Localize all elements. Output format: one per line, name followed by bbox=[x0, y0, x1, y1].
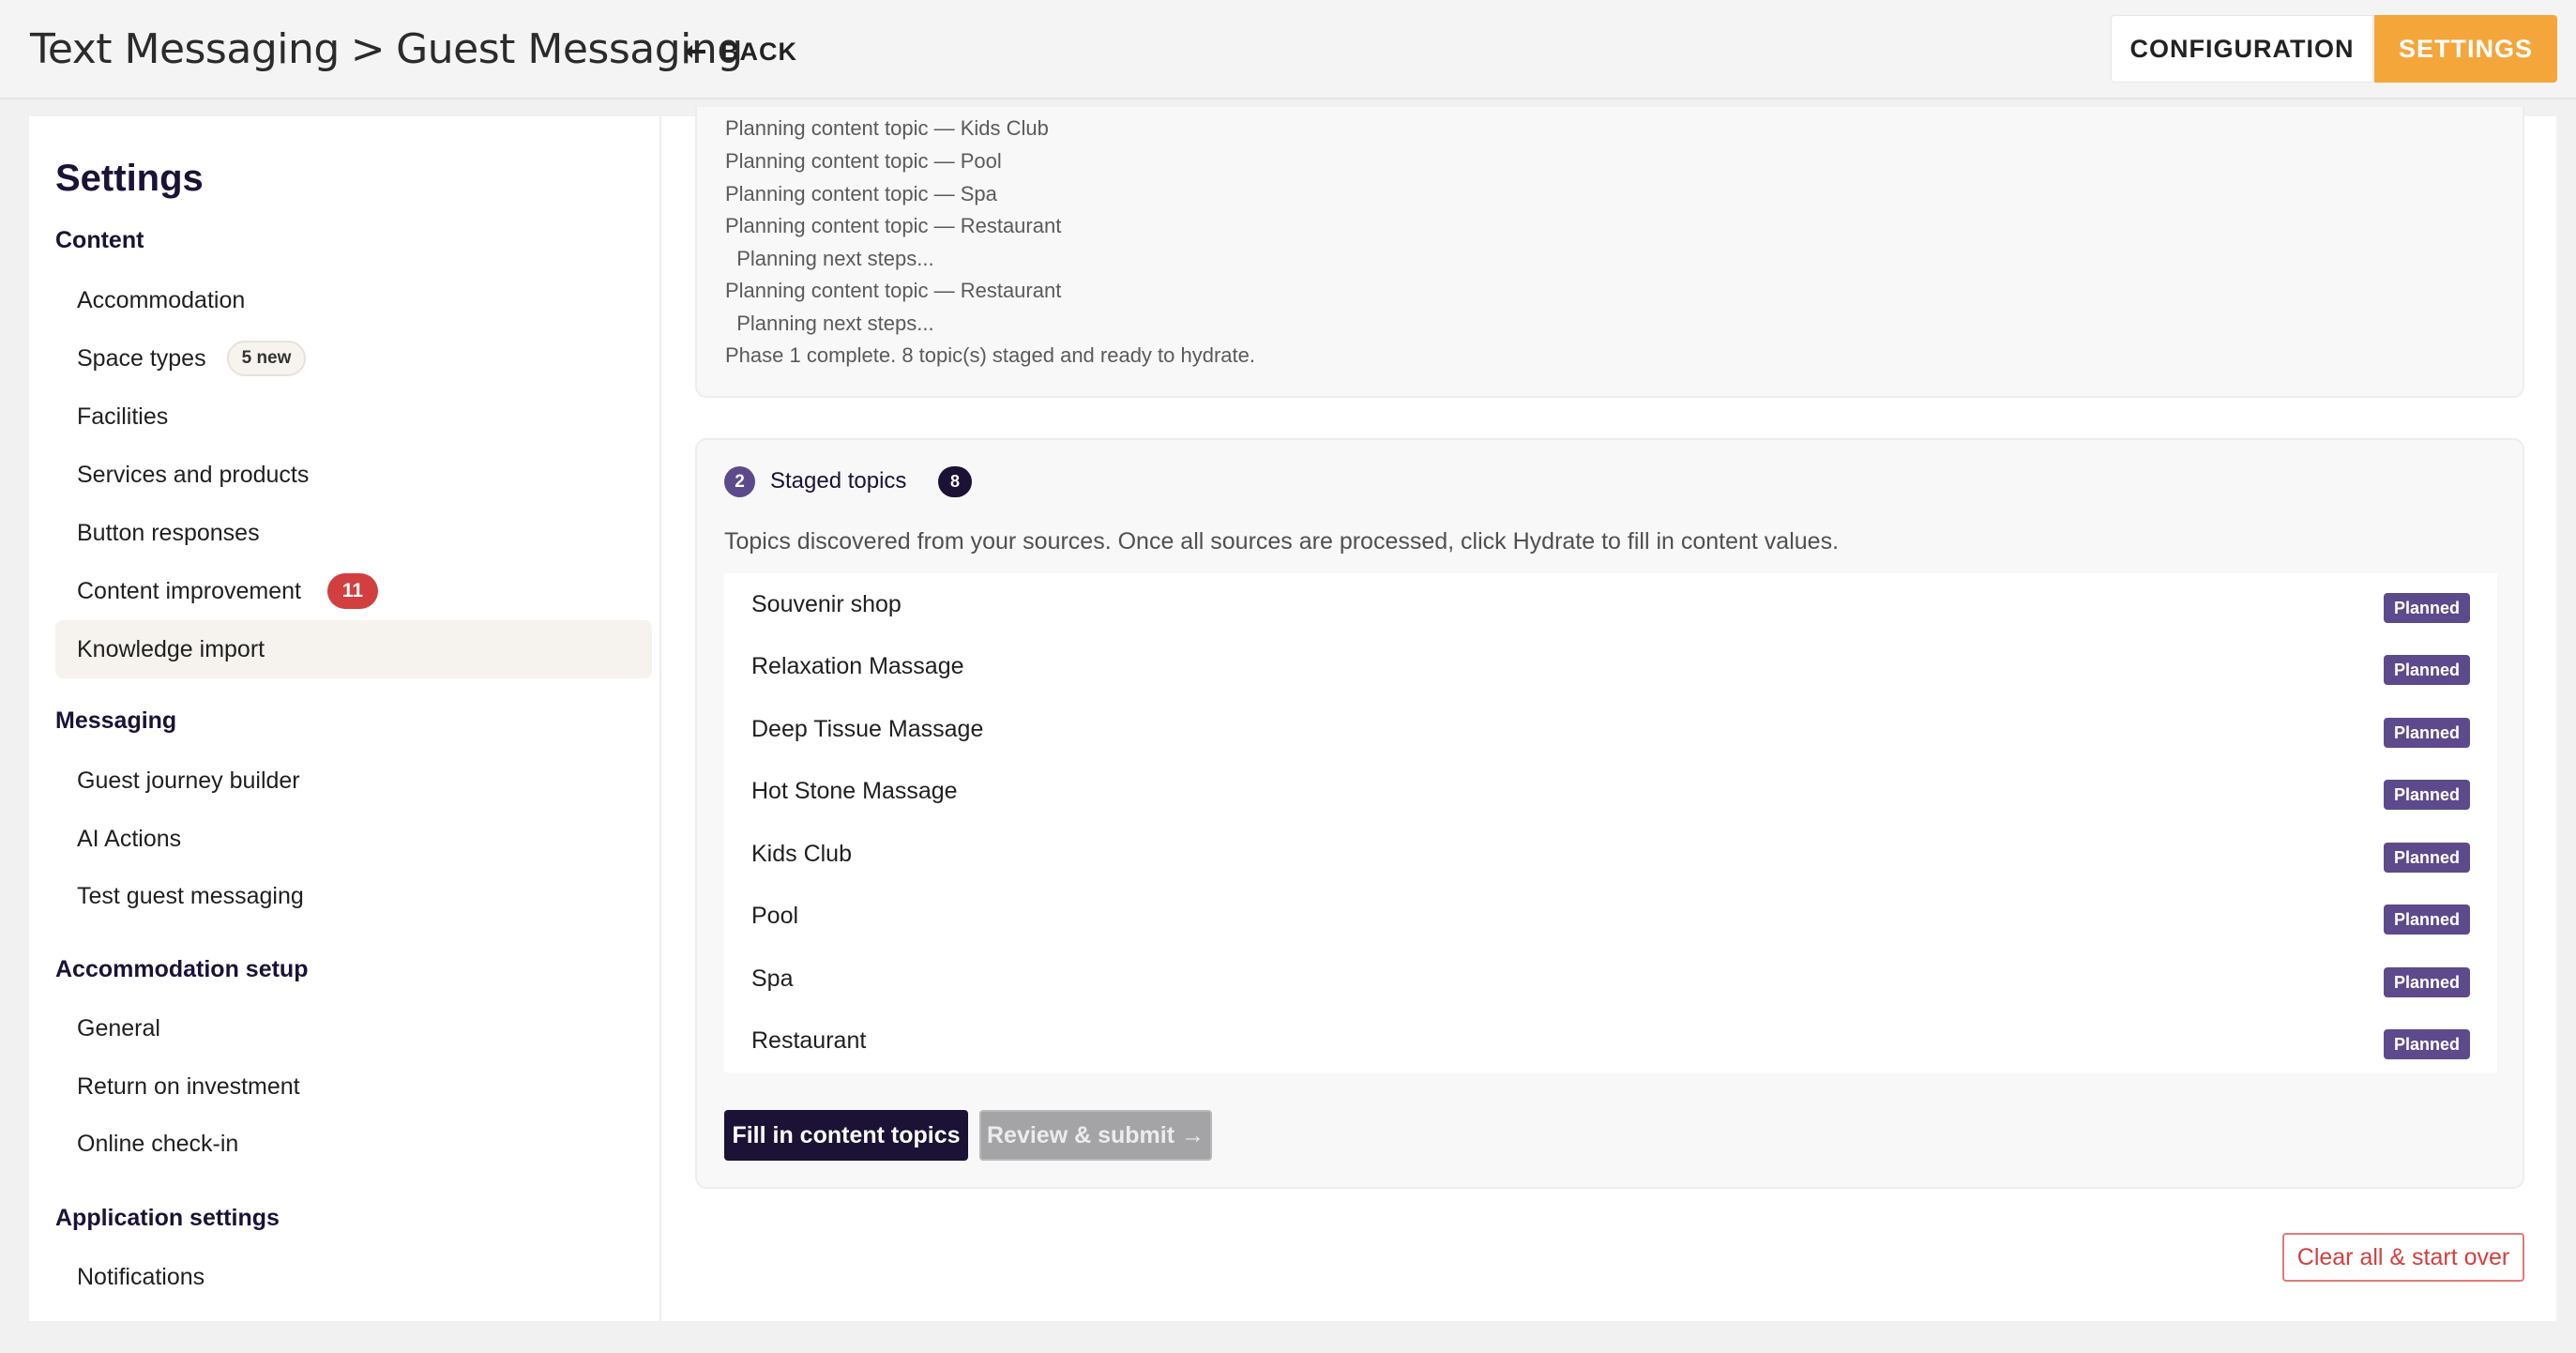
sidebar-item-label: Knowledge import bbox=[77, 635, 265, 662]
topic-count-badge: 8 bbox=[938, 466, 972, 497]
status-badge: Planned bbox=[2383, 593, 2470, 623]
status-badge: Planned bbox=[2383, 905, 2470, 935]
topic-name: Souvenir shop bbox=[751, 590, 902, 617]
status-badge: Planned bbox=[2383, 967, 2470, 997]
settings-sidebar: Settings Content Accommodation Space typ… bbox=[29, 116, 661, 1321]
sidebar-item-label: Accommodation bbox=[77, 286, 246, 313]
topic-name: Pool bbox=[751, 902, 799, 929]
sidebar-item-facilities[interactable]: Facilities bbox=[55, 388, 652, 446]
staged-topics-description: Topics discovered from your sources. Onc… bbox=[724, 528, 1840, 555]
step-number-badge: 2 bbox=[724, 466, 755, 497]
topic-name: Deep Tissue Massage bbox=[751, 715, 984, 742]
sidebar-item-accommodation[interactable]: Accommodation bbox=[55, 271, 652, 329]
sidebar-item-label: Facilities bbox=[77, 403, 169, 430]
sidebar-item-label: Return on investment bbox=[77, 1072, 300, 1100]
status-badge: Planned bbox=[2383, 780, 2470, 810]
log-line: Planning content topic — Kids Club bbox=[725, 116, 1049, 140]
log-line: Planning content topic — Restaurant bbox=[725, 214, 1062, 237]
sidebar-section-messaging: Messaging bbox=[55, 707, 177, 734]
back-button[interactable]: BACK bbox=[683, 28, 797, 75]
status-badge: Planned bbox=[2383, 843, 2470, 873]
list-item: Kids Club Planned bbox=[724, 823, 2497, 885]
staged-topics-title: Staged topics bbox=[770, 468, 907, 494]
list-item: Relaxation Massage Planned bbox=[724, 635, 2497, 697]
status-badge: Planned bbox=[2383, 655, 2470, 685]
configuration-button[interactable]: CONFIGURATION bbox=[2111, 15, 2373, 83]
sidebar-item-button-responses[interactable]: Button responses bbox=[55, 504, 652, 562]
sidebar-item-label: Content improvement bbox=[77, 577, 302, 604]
topic-name: Hot Stone Massage bbox=[751, 777, 958, 804]
topic-list: Souvenir shop Planned Relaxation Massage… bbox=[724, 573, 2497, 1072]
sidebar-item-label: Notifications bbox=[77, 1263, 205, 1290]
sidebar-item-return-on-investment[interactable]: Return on investment bbox=[55, 1057, 652, 1116]
list-item: Deep Tissue Massage Planned bbox=[724, 698, 2497, 760]
status-badge: Planned bbox=[2383, 718, 2470, 748]
settings-panel: Settings Content Accommodation Space typ… bbox=[29, 107, 2556, 1321]
log-line: Planning next steps... bbox=[725, 247, 934, 270]
topic-name: Relaxation Massage bbox=[751, 652, 964, 679]
topic-name: Kids Club bbox=[751, 840, 852, 867]
sidebar-section-application-settings: Application settings bbox=[55, 1205, 280, 1231]
sidebar-item-ai-actions[interactable]: AI Actions bbox=[55, 810, 652, 868]
sidebar-item-services-and-products[interactable]: Services and products bbox=[55, 446, 652, 504]
breadcrumb-separator: > bbox=[350, 24, 386, 73]
arrow-left-icon bbox=[685, 45, 705, 58]
sidebar-item-label: Online check-in bbox=[77, 1130, 239, 1157]
status-badge: Planned bbox=[2383, 1029, 2470, 1059]
new-items-badge: 5 new bbox=[226, 341, 307, 376]
import-log: Planning content topic — Kids Club Plann… bbox=[695, 107, 2524, 398]
topic-name: Restaurant bbox=[751, 1026, 867, 1054]
sidebar-item-space-types[interactable]: Space types 5 new bbox=[55, 329, 652, 388]
sidebar-item-label: Services and products bbox=[77, 461, 310, 488]
log-line: Planning content topic — Pool bbox=[725, 149, 1002, 173]
sidebar-item-label: General bbox=[77, 1014, 160, 1041]
breadcrumb-parent[interactable]: Text Messaging bbox=[30, 25, 340, 73]
sidebar-item-notifications[interactable]: Notifications bbox=[55, 1248, 652, 1306]
log-line: Phase 1 complete. 8 topic(s) staged and … bbox=[725, 343, 1255, 367]
sidebar-item-guest-journey-builder[interactable]: Guest journey builder bbox=[55, 752, 652, 810]
sidebar-section-content: Content bbox=[55, 227, 144, 253]
sidebar-item-knowledge-import[interactable]: Knowledge import bbox=[55, 620, 652, 678]
log-line: Planning content topic — Spa bbox=[725, 182, 997, 205]
log-line: Planning content topic — Restaurant bbox=[725, 279, 1062, 302]
sidebar-section-accommodation-setup: Accommodation setup bbox=[55, 956, 309, 982]
sidebar-item-online-check-in[interactable]: Online check-in bbox=[55, 1115, 652, 1173]
sidebar-item-test-guest-messaging[interactable]: Test guest messaging bbox=[55, 867, 652, 925]
sidebar-item-label: Guest journey builder bbox=[77, 767, 300, 794]
back-button-label: BACK bbox=[720, 37, 797, 66]
list-item: Spa Planned bbox=[724, 948, 2497, 1010]
staged-topics-card: 2 Staged topics 8 Topics discovered from… bbox=[695, 438, 2524, 1189]
sidebar-item-label: Test guest messaging bbox=[77, 882, 304, 909]
clear-all-button[interactable]: Clear all & start over bbox=[2282, 1233, 2524, 1282]
list-item: Hot Stone Massage Planned bbox=[724, 760, 2497, 822]
list-item: Restaurant Planned bbox=[724, 1010, 2497, 1072]
sidebar-title: Settings bbox=[55, 158, 204, 199]
log-line: Planning next steps... bbox=[725, 312, 934, 335]
top-bar: Text Messaging > Guest Messaging BACK CO… bbox=[0, 0, 2576, 99]
sidebar-item-label: Button responses bbox=[77, 519, 260, 546]
breadcrumb: Text Messaging > Guest Messaging bbox=[30, 21, 743, 77]
sidebar-item-label: AI Actions bbox=[77, 825, 182, 852]
sidebar-item-label: Space types bbox=[77, 344, 206, 372]
sidebar-item-general[interactable]: General bbox=[55, 999, 652, 1057]
topic-name: Spa bbox=[751, 965, 794, 992]
settings-button[interactable]: SETTINGS bbox=[2374, 15, 2557, 83]
sidebar-item-content-improvement[interactable]: Content improvement 11 bbox=[55, 562, 652, 620]
review-submit-button[interactable]: Review & submit → bbox=[979, 1110, 1212, 1161]
list-item: Souvenir shop Planned bbox=[724, 573, 2497, 635]
list-item: Pool Planned bbox=[724, 885, 2497, 947]
count-badge: 11 bbox=[327, 573, 379, 609]
fill-content-topics-button[interactable]: Fill in content topics bbox=[724, 1110, 968, 1161]
